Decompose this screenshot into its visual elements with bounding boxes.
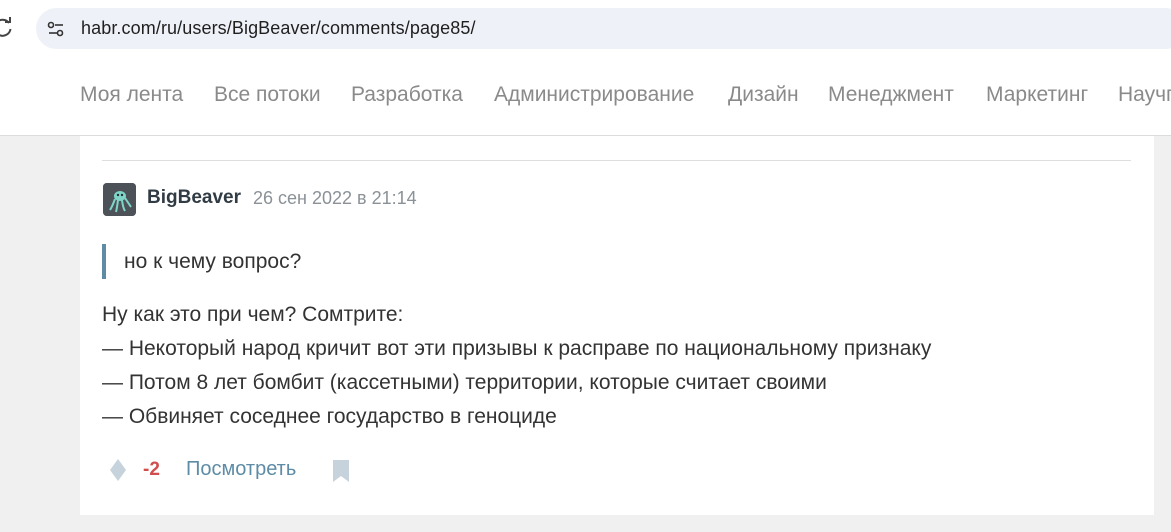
nav-item-development[interactable]: Разработка (351, 83, 463, 107)
avatar-icon (103, 183, 136, 216)
divider (102, 160, 1131, 161)
bookmark-icon[interactable] (332, 459, 350, 483)
nav-item-design[interactable]: Дизайн (728, 83, 799, 107)
avatar[interactable] (103, 183, 136, 216)
author-name[interactable]: BigBeaver (147, 187, 241, 209)
nav-item-management[interactable]: Менеджмент (828, 83, 954, 107)
quote-block: но к чему вопрос? (102, 244, 301, 279)
nav-item-marketing[interactable]: Маркетинг (986, 83, 1088, 107)
nav-item-administration[interactable]: Администрирование (494, 83, 694, 107)
site-info-icon[interactable] (46, 19, 66, 39)
nav-item-my-feed[interactable]: Моя лента (80, 83, 183, 107)
browser-toolbar: habr.com/ru/users/BigBeaver/comments/pag… (0, 0, 1171, 57)
hub-navigation: Моя лента Все потоки Разработка Админист… (0, 57, 1171, 136)
address-bar[interactable]: habr.com/ru/users/BigBeaver/comments/pag… (36, 8, 1171, 49)
comment-line: — Обвиняет соседнее государство в геноци… (102, 405, 557, 428)
comment-timestamp[interactable]: 26 сен 2022 в 21:14 (253, 188, 417, 209)
comment-line: Ну как это при чем? Сомтрите: (102, 303, 404, 326)
comment-line: — Потом 8 лет бомбит (кассетными) террит… (102, 371, 827, 394)
comment-body: Ну как это при чем? Сомтрите: — Некоторы… (102, 298, 931, 434)
reload-icon[interactable] (0, 17, 14, 39)
quote-text: но к чему вопрос? (124, 250, 302, 273)
comment-line: — Некоторый народ кричит вот эти призывы… (102, 337, 932, 360)
comment-card: BigBeaver 26 сен 2022 в 21:14 но к чему … (80, 136, 1154, 515)
view-comment-link[interactable]: Посмотреть (186, 458, 296, 481)
nav-item-science[interactable]: Научп (1118, 83, 1171, 107)
comment-score: -2 (143, 459, 160, 480)
vote-icon[interactable] (108, 458, 128, 482)
url-text[interactable]: habr.com/ru/users/BigBeaver/comments/pag… (81, 18, 476, 39)
nav-item-all-streams[interactable]: Все потоки (214, 83, 321, 107)
